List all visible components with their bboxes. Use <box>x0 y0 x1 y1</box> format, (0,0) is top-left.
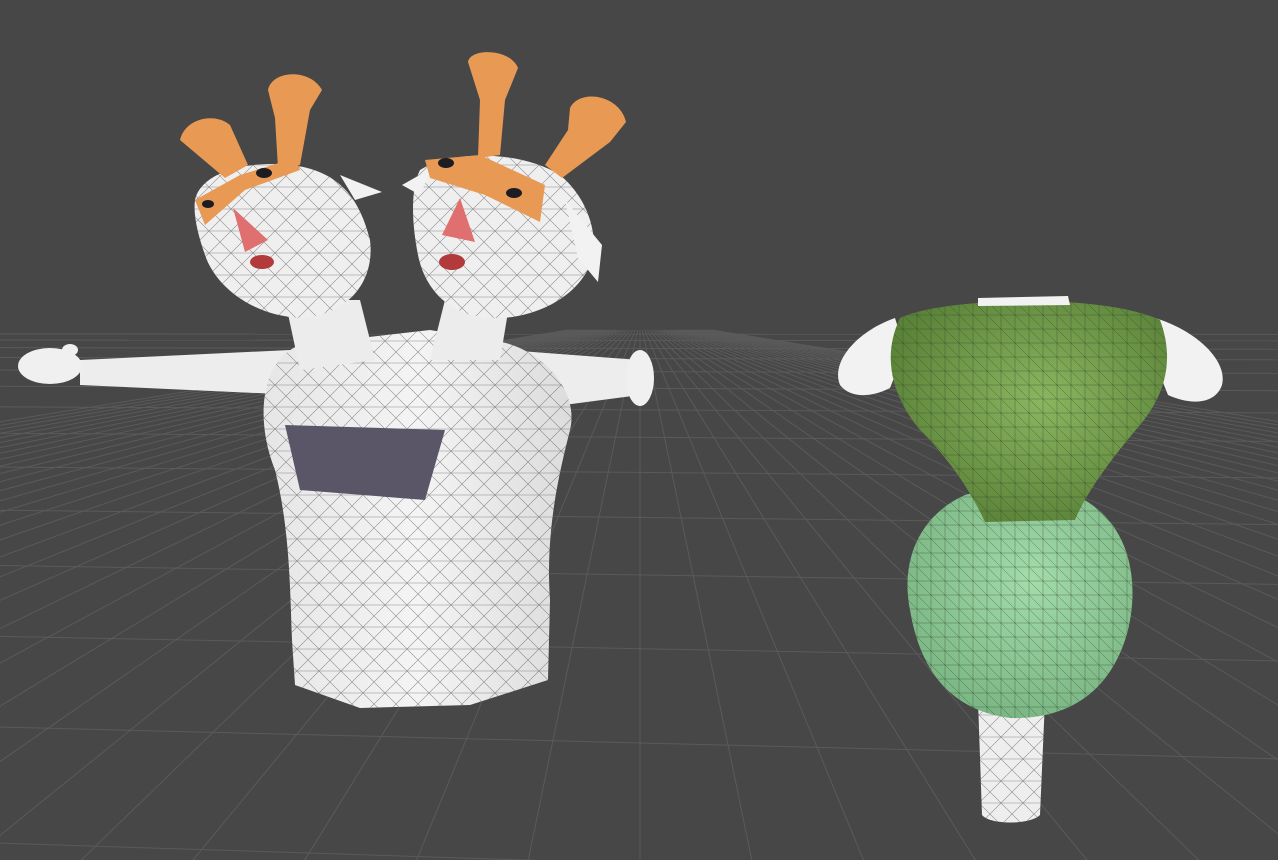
vase-top-patch <box>978 296 1070 306</box>
left-antenna-2 <box>268 74 322 168</box>
left-thumb <box>62 344 78 356</box>
chest-panel <box>285 425 445 500</box>
right-head-eye-1 <box>438 158 454 168</box>
two-headed-character-model[interactable] <box>18 52 654 708</box>
right-head-eye-2 <box>506 188 522 198</box>
grid-line <box>0 842 542 860</box>
left-head-mouth <box>250 255 274 269</box>
scene-canvas[interactable] <box>0 0 1278 860</box>
grid-line <box>0 726 1278 760</box>
left-head-eye-1 <box>202 200 214 208</box>
left-antenna-1 <box>180 118 248 178</box>
vase-shape-model[interactable] <box>838 296 1223 823</box>
scene-viewport[interactable] <box>0 0 1278 860</box>
right-antenna-2 <box>545 96 626 178</box>
right-hand <box>626 350 654 406</box>
left-head-eye-2 <box>256 168 272 178</box>
right-head-mouth <box>439 254 465 270</box>
right-antenna-1 <box>468 52 518 158</box>
grid-line <box>644 329 865 860</box>
